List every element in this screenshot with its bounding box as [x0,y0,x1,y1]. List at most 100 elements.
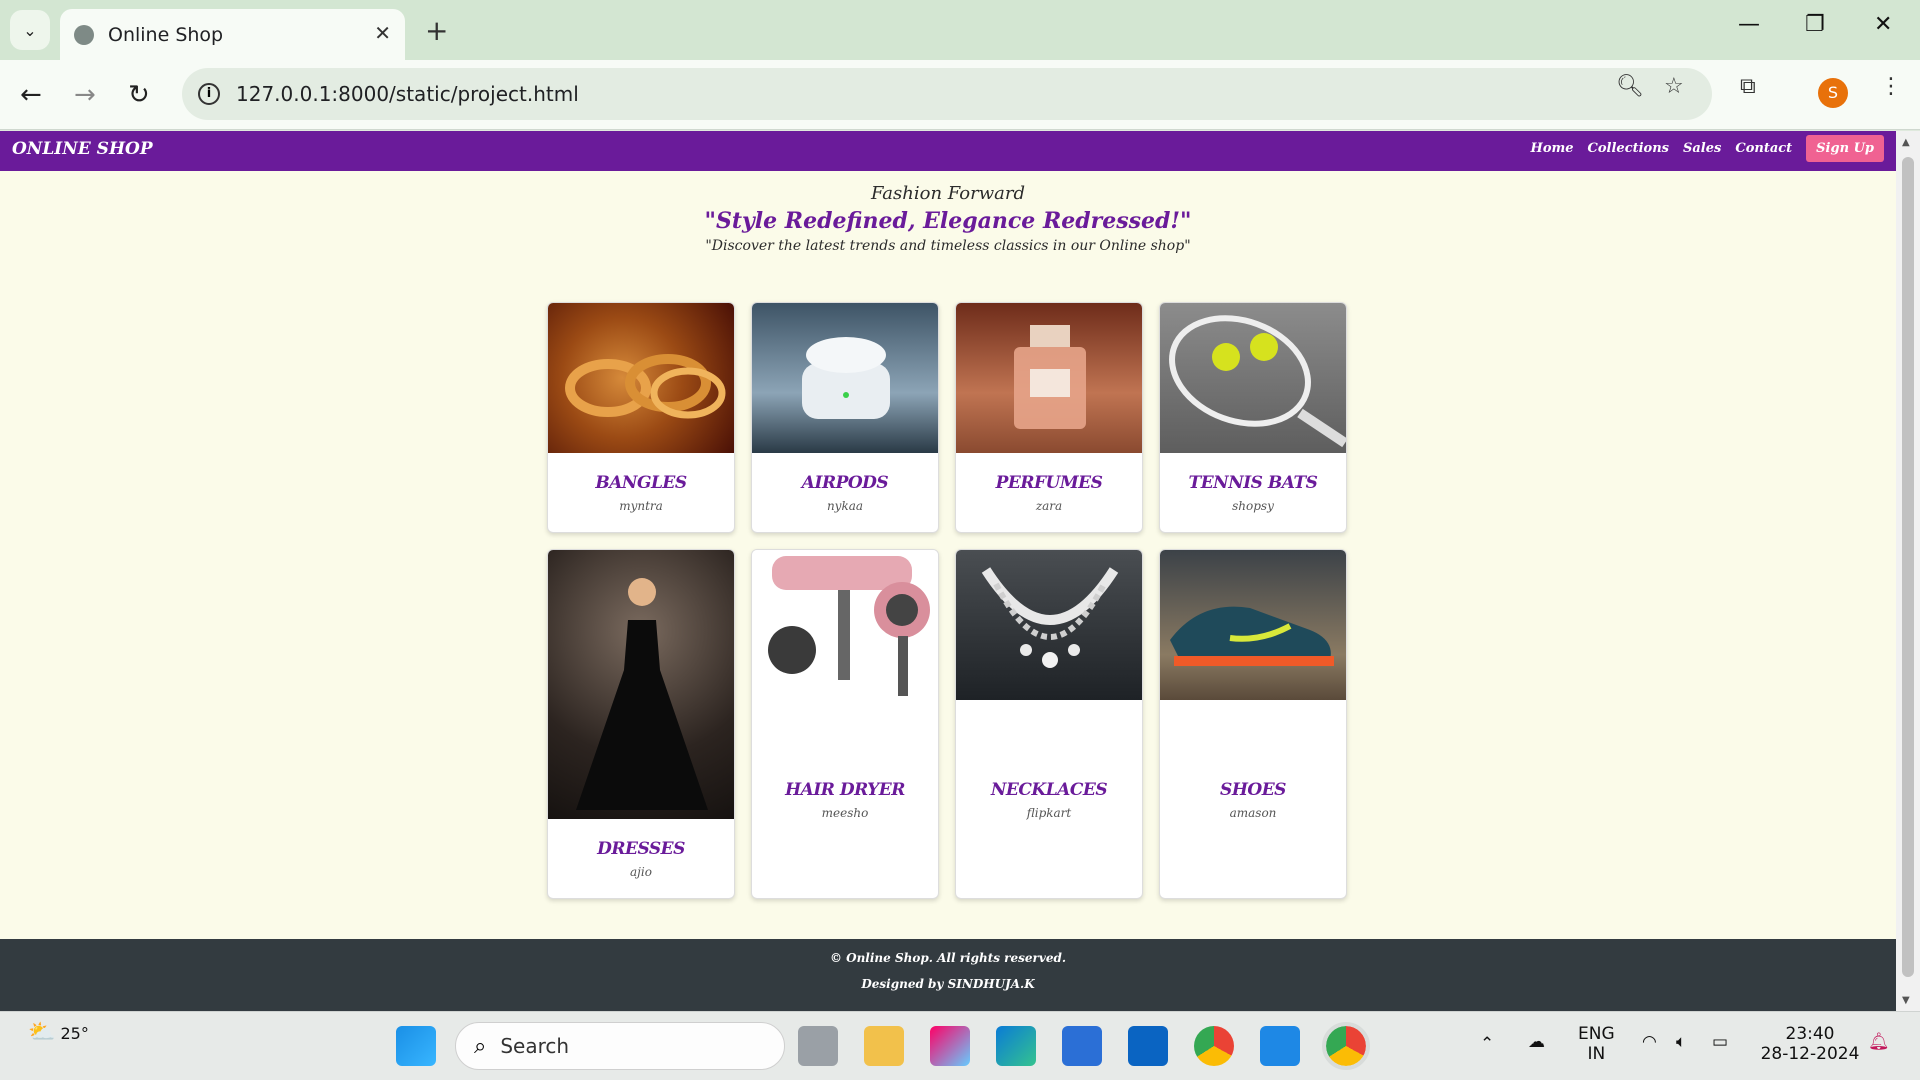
product-name: NECKLACES [990,780,1108,800]
perfume-image [956,303,1142,453]
product-card-perfumes[interactable]: PERFUMES zara [955,302,1143,533]
product-store: meesho [821,806,869,820]
close-window-button[interactable]: ✕ [1874,12,1892,37]
product-store: shopsy [1232,499,1274,513]
product-card-hair-dryer[interactable]: HAIR DRYER meesho [751,549,939,899]
close-tab-icon[interactable]: ✕ [374,21,391,45]
hero-subtext: "Discover the latest trends and timeless… [705,238,1191,254]
vscode-icon[interactable] [1260,1026,1300,1066]
nav-contact[interactable]: Contact [1735,141,1792,156]
browser-tab[interactable]: Online Shop ✕ [60,9,405,60]
volume-icon[interactable]: 🔈︎ [1676,1032,1686,1052]
bookmark-star-icon[interactable]: ☆ [1664,74,1684,99]
taskbar: ⛅ 25° ⌕ Search ⌃ ☁ ENG IN ◠ 🔈︎ ▭ 23:40 2… [0,1011,1920,1080]
search-label: Search [500,1034,570,1058]
restore-button[interactable]: ❐ [1805,12,1825,37]
edge-icon[interactable] [996,1026,1036,1066]
product-card-shoes[interactable]: SHOES amason [1159,549,1347,899]
product-name: AIRPODS [801,473,889,493]
clock-date: 28-12-2024 [1760,1044,1860,1064]
new-tab-button[interactable]: + [425,14,448,47]
footer-copyright: © Online Shop. All rights reserved. [829,951,1067,965]
product-store: zara [1035,499,1063,513]
chrome-profile-icon[interactable] [1322,1022,1370,1070]
hero-tagline: "Style Redefined, Elegance Redressed!" [704,208,1192,234]
forward-button[interactable]: → [74,80,96,110]
product-name: DRESSES [597,839,685,859]
url-text: 127.0.0.1:8000/static/project.html [236,82,579,106]
product-store: ajio [630,865,652,879]
browser-tab-bar: ⌄ Online Shop ✕ + — ❐ ✕ [0,0,1920,60]
extensions-icon[interactable]: ⧉ [1740,74,1756,99]
store-icon[interactable] [1062,1026,1102,1066]
battery-icon[interactable]: ▭ [1712,1032,1728,1052]
product-card-airpods[interactable]: AIRPODS nykaa [751,302,939,533]
hero-heading: Fashion Forward [871,183,1025,204]
product-card-bangles[interactable]: BANGLES myntra [547,302,735,533]
tab-title: Online Shop [108,23,224,46]
product-name: HAIR DRYER [785,780,905,800]
show-hidden-icons[interactable]: ⌃ [1480,1034,1494,1054]
file-explorer-icon[interactable] [864,1026,904,1066]
page-scrollbar[interactable]: ▲ ▼ [1896,131,1920,1011]
product-name: PERFUMES [995,473,1103,493]
shoes-image [1160,550,1346,700]
weather-icon: ⛅ [28,1020,56,1045]
product-card-tennis-bats[interactable]: TENNIS BATS shopsy [1159,302,1347,533]
product-store: nykaa [826,499,864,513]
back-button[interactable]: ← [20,80,42,110]
zoom-icon[interactable]: 🔍︎ [1616,74,1644,99]
clock-time: 23:40 [1785,1024,1835,1044]
nav-home[interactable]: Home [1531,141,1574,156]
weather-temp: 25° [60,1024,89,1043]
product-store: myntra [619,499,663,513]
clock[interactable]: 23:40 28-12-2024 [1760,1024,1860,1064]
browser-toolbar: ← → ↻ i 127.0.0.1:8000/static/project.ht… [0,60,1920,130]
signup-button[interactable]: Sign Up [1806,135,1884,162]
chevron-down-icon: ⌄ [23,20,37,40]
menu-icon[interactable]: ⋮ [1880,74,1902,99]
copilot-icon[interactable] [930,1026,970,1066]
web-page: ONLINE SHOP Home Collections Sales Conta… [0,131,1896,1011]
product-store: flipkart [1026,806,1072,820]
start-button[interactable] [396,1026,436,1066]
site-footer: © Online Shop. All rights reserved. Desi… [0,939,1896,1011]
product-name: TENNIS BATS [1188,473,1318,493]
dress-image [548,550,734,819]
site-info-icon[interactable]: i [198,83,220,105]
address-bar[interactable]: i 127.0.0.1:8000/static/project.html [182,68,1712,120]
nav-collections[interactable]: Collections [1588,141,1669,156]
chrome-icon[interactable] [1194,1026,1234,1066]
wifi-icon[interactable]: ◠ [1642,1032,1657,1052]
notification-bell-icon[interactable]: 🔔︎ [1868,1032,1890,1052]
scrollbar-thumb[interactable] [1902,157,1914,977]
tennis-image [1160,303,1346,453]
tab-search-button[interactable]: ⌄ [10,10,50,50]
minimize-button[interactable]: — [1738,12,1760,37]
airpods-image [752,303,938,453]
onedrive-icon[interactable]: ☁ [1528,1032,1545,1052]
outlook-icon[interactable] [1128,1026,1168,1066]
product-card-necklaces[interactable]: NECKLACES flipkart [955,549,1143,899]
hair-dryer-image [752,550,938,700]
product-store: amason [1229,806,1277,820]
globe-icon [74,24,94,45]
taskbar-search[interactable]: ⌕ Search [455,1022,785,1070]
product-name: BANGLES [595,473,687,493]
task-view-icon[interactable] [798,1026,838,1066]
product-name: SHOES [1220,780,1286,800]
profile-avatar[interactable]: S [1818,78,1848,108]
reload-button[interactable]: ↻ [128,80,150,110]
footer-designer: Designed by SINDHUJA.K [861,977,1035,991]
scroll-up-icon[interactable]: ▲ [1902,137,1910,148]
necklace-image [956,550,1142,700]
weather-widget[interactable]: ⛅ 25° [28,1020,89,1045]
site-logo[interactable]: ONLINE SHOP [12,139,153,159]
nav-sales[interactable]: Sales [1683,141,1721,156]
bangles-image [548,303,734,453]
scroll-down-icon[interactable]: ▼ [1902,995,1910,1006]
product-card-dresses[interactable]: DRESSES ajio [547,549,735,899]
hero: Fashion Forward "Style Redefined, Elegan… [0,183,1896,254]
language-code: ENG [1578,1024,1615,1044]
language-indicator[interactable]: ENG IN [1578,1024,1615,1064]
